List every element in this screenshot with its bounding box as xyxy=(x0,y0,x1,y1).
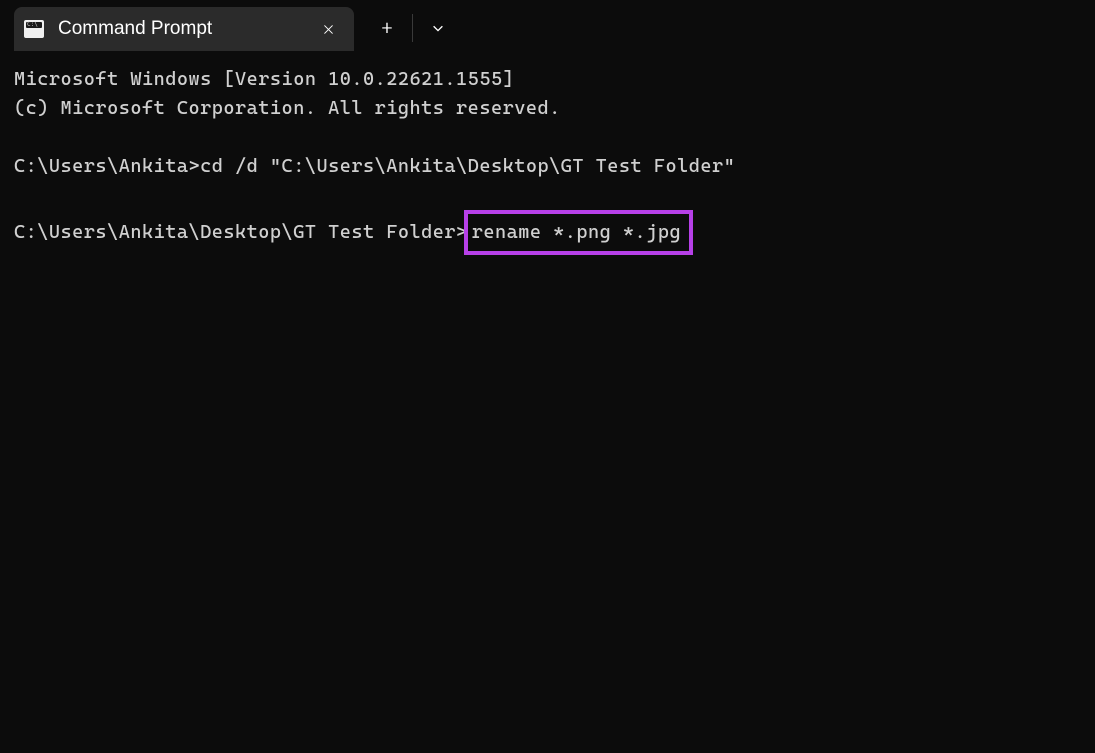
prompt-1: C:\Users\Ankita> xyxy=(14,152,200,181)
command-2: rename *.png *.jpg xyxy=(472,221,681,243)
tab-title: Command Prompt xyxy=(58,18,316,40)
close-tab-button[interactable] xyxy=(316,17,340,41)
version-line: Microsoft Windows [Version 10.0.22621.15… xyxy=(14,65,1081,94)
chevron-down-icon xyxy=(431,21,445,35)
prompt-line-2: C:\Users\Ankita\Desktop\GT Test Folder>r… xyxy=(14,210,1081,255)
titlebar: C:\ Command Prompt + xyxy=(0,0,1095,51)
command-1: cd /d "C:\Users\Ankita\Desktop\GT Test F… xyxy=(200,152,735,181)
blank-line xyxy=(14,181,1081,210)
prompt-line-1: C:\Users\Ankita>cd /d "C:\Users\Ankita\D… xyxy=(14,152,1081,181)
copyright-line: (c) Microsoft Corporation. All rights re… xyxy=(14,94,1081,123)
divider xyxy=(412,14,413,42)
dropdown-button[interactable] xyxy=(417,7,459,49)
titlebar-actions: + xyxy=(354,7,459,49)
prompt-2: C:\Users\Ankita\Desktop\GT Test Folder> xyxy=(14,218,468,247)
blank-line xyxy=(14,123,1081,152)
new-tab-button[interactable]: + xyxy=(366,7,408,49)
tab-command-prompt[interactable]: C:\ Command Prompt xyxy=(14,7,354,51)
terminal-icon: C:\ xyxy=(24,20,44,38)
terminal-output[interactable]: Microsoft Windows [Version 10.0.22621.15… xyxy=(0,51,1095,269)
highlighted-command: rename *.png *.jpg xyxy=(464,210,693,255)
